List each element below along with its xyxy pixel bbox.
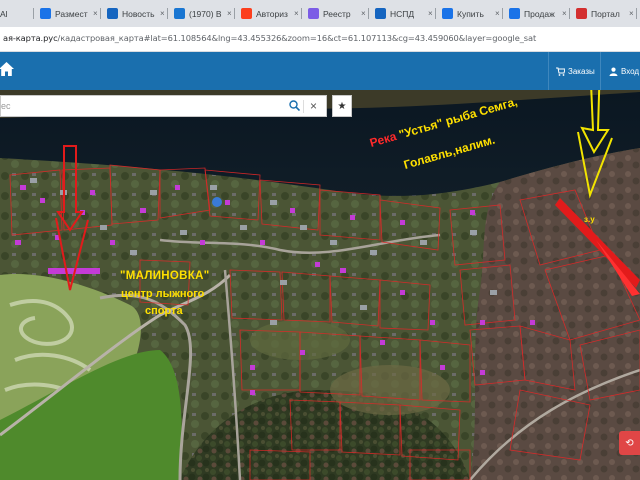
map-search-box[interactable]: × bbox=[0, 95, 327, 117]
cart-icon bbox=[556, 67, 565, 76]
yandex-icon bbox=[241, 8, 252, 19]
satellite-imagery[interactable]: з.у bbox=[0, 90, 640, 480]
url-path: /кадастровая_карта#lat=61.108564&lng=43.… bbox=[57, 33, 537, 43]
bird-logo-icon bbox=[40, 8, 51, 19]
close-tab-icon[interactable]: × bbox=[160, 9, 165, 18]
close-tab-icon[interactable]: × bbox=[93, 9, 98, 18]
home-icon[interactable] bbox=[0, 61, 15, 78]
search-divider bbox=[303, 100, 304, 113]
orders-button[interactable]: Заказы bbox=[548, 52, 600, 90]
satellite-map[interactable]: з.у × ★ Река "Устья" рыба Семга, Голавль… bbox=[0, 90, 640, 480]
clear-icon[interactable]: × bbox=[310, 99, 317, 113]
plot-label: з.у bbox=[584, 215, 595, 224]
bird-logo-icon bbox=[442, 8, 453, 19]
browser-tab[interactable]: Продаж × bbox=[503, 0, 570, 27]
browser-tab-label: Al bbox=[0, 8, 8, 19]
browser-tab[interactable]: Размест × bbox=[34, 0, 101, 27]
browser-tab[interactable]: Авториз × bbox=[235, 0, 302, 27]
browser-tab-label: Новость bbox=[122, 8, 155, 19]
url-host: ая-карта.рус bbox=[3, 33, 58, 43]
close-tab-icon[interactable]: × bbox=[495, 9, 500, 18]
browser-tab-label: Размест bbox=[55, 8, 88, 19]
bird-logo-icon bbox=[509, 8, 520, 19]
gem-icon bbox=[308, 8, 319, 19]
browser-tab-label: Портал bbox=[591, 8, 620, 19]
favorite-button[interactable]: ★ bbox=[332, 95, 352, 117]
browser-tab-strip: Al Размест × Новость × (1970) В × Авториз × Реест… bbox=[0, 0, 640, 27]
close-tab-icon[interactable]: × bbox=[629, 9, 634, 18]
browser-tab[interactable]: Портал × bbox=[570, 0, 637, 27]
browser-tab[interactable]: Купить × bbox=[436, 0, 503, 27]
browser-tab-label: НСПД bbox=[390, 8, 415, 19]
close-tab-icon[interactable]: × bbox=[361, 9, 366, 18]
browser-tab[interactable]: Al bbox=[0, 0, 34, 27]
refresh-icon: ⟲ bbox=[625, 437, 634, 449]
browser-tab[interactable]: Реестр × bbox=[302, 0, 369, 27]
browser-tab-label: Продаж bbox=[524, 8, 555, 19]
sport-annotation: спорта bbox=[145, 305, 183, 317]
browser-tab-label: Купить bbox=[457, 8, 484, 19]
letter-logo-icon bbox=[107, 8, 118, 19]
map-search-input[interactable] bbox=[1, 96, 276, 116]
orders-label: Заказы bbox=[568, 66, 595, 76]
url-text[interactable]: ая-карта.рус/кадастровая_карта#lat=61.10… bbox=[3, 33, 536, 43]
close-tab-icon[interactable]: × bbox=[294, 9, 299, 18]
browser-tab[interactable]: НСПД × bbox=[369, 0, 436, 27]
ski-center-annotation: центр лыжного bbox=[121, 288, 205, 300]
search-icon[interactable] bbox=[289, 100, 300, 111]
browser-tab[interactable]: Новость × bbox=[101, 0, 168, 27]
letter-logo-icon bbox=[174, 8, 185, 19]
malinovka-annotation: "МАЛИНОВКА" bbox=[120, 270, 210, 282]
star-icon: ★ bbox=[337, 100, 347, 112]
address-bar[interactable]: ая-карта.рус/кадастровая_карта#lat=61.10… bbox=[0, 27, 640, 52]
login-label: Вход bbox=[621, 66, 640, 76]
browser-tab-label: Авториз bbox=[256, 8, 288, 19]
close-tab-icon[interactable]: × bbox=[562, 9, 567, 18]
grid-icon bbox=[375, 8, 386, 19]
map-action-button[interactable]: ⟲ bbox=[619, 431, 640, 455]
browser-tab-label: (1970) В bbox=[189, 8, 222, 19]
browser-tab[interactable]: (1970) В × bbox=[168, 0, 235, 27]
site-header: Заказы Вход bbox=[0, 52, 640, 90]
flag-icon bbox=[576, 8, 587, 19]
close-tab-icon[interactable]: × bbox=[428, 9, 433, 18]
close-tab-icon[interactable]: × bbox=[227, 9, 232, 18]
login-button[interactable]: Вход bbox=[600, 52, 640, 90]
user-icon bbox=[609, 67, 618, 76]
browser-tab-label: Реестр bbox=[323, 8, 351, 19]
